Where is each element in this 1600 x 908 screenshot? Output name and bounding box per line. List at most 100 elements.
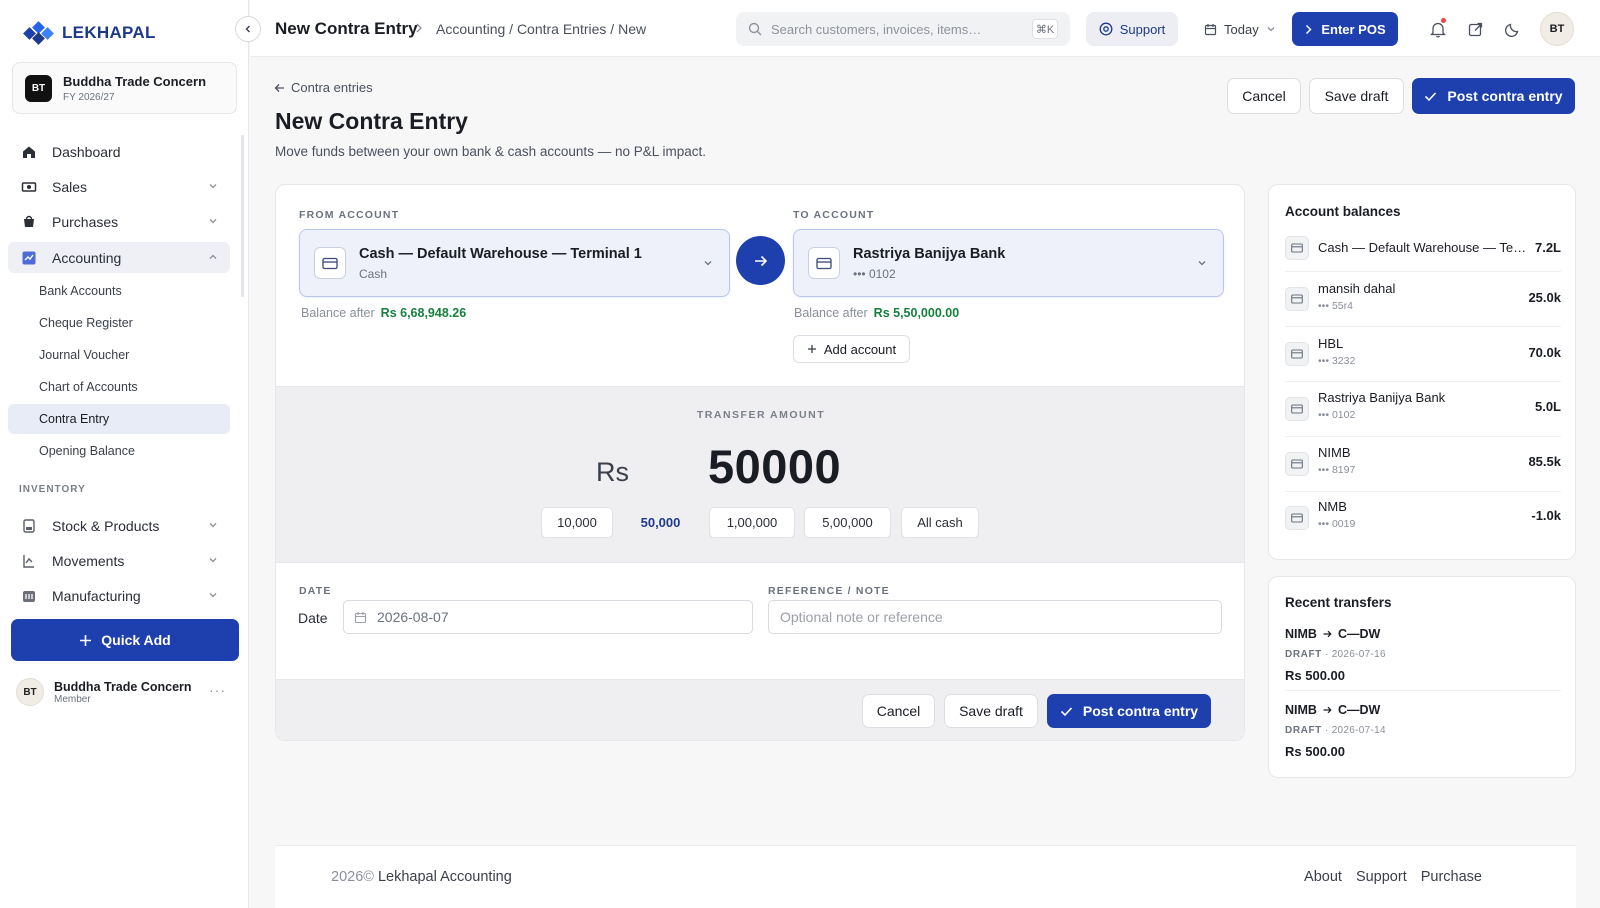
company-name: Lekhapal Accounting	[377, 869, 512, 885]
brand-logo[interactable]: LEKHAPAL	[22, 20, 156, 46]
date-field[interactable]: 2026-08-07	[343, 600, 753, 634]
to-account-label: TO ACCOUNT	[793, 209, 875, 221]
back-link[interactable]: Contra entries	[274, 80, 373, 95]
preset-chip[interactable]: 5,00,000	[804, 507, 891, 538]
balance-account-name: NMB	[1318, 499, 1347, 514]
from-account-select[interactable]: Cash — Default Warehouse — Terminal 1 Ca…	[299, 229, 730, 297]
from-account-type: Cash	[359, 266, 388, 281]
notification-dot	[1441, 18, 1446, 23]
post-contra-entry-button[interactable]: Post contra entry	[1047, 694, 1211, 728]
save-draft-button[interactable]: Save draft	[1309, 78, 1404, 114]
balance-row[interactable]: NIMB ••• 8197 85.5k	[1285, 437, 1561, 492]
preset-chip-selected[interactable]: 50,000	[622, 507, 699, 538]
save-draft-button[interactable]: Save draft	[944, 694, 1038, 728]
to-account-select[interactable]: Rastriya Banijya Bank ••• 0102	[793, 229, 1224, 297]
nav-label: Dashboard	[52, 143, 121, 160]
nav-opening-balance[interactable]: Opening Balance	[8, 436, 230, 466]
nav-manufacturing[interactable]: Manufacturing	[8, 580, 230, 611]
post-contra-entry-button[interactable]: Post contra entry	[1412, 78, 1575, 114]
balance-account-name: HBL	[1318, 336, 1344, 351]
date-filter-dropdown[interactable]: Today	[1204, 12, 1276, 46]
transfer-to: C—DW	[1337, 627, 1381, 641]
divider	[1285, 690, 1561, 691]
balance-account-number: ••• 55r4	[1318, 300, 1353, 312]
balance-amount: 5.0L	[1534, 399, 1561, 414]
avatar[interactable]: BT	[1540, 12, 1574, 46]
nav-contra-entry[interactable]: Contra Entry	[8, 404, 230, 434]
arrow-right-icon	[1323, 706, 1332, 714]
preset-chip-all-cash[interactable]: All cash	[901, 507, 979, 538]
page-subtitle: Move funds between your own bank & cash …	[275, 144, 706, 159]
transfer-route[interactable]: NIMB C—DW	[1285, 627, 1380, 641]
nav-purchases[interactable]: Purchases	[8, 206, 230, 237]
balance-account-number: ••• 0019	[1318, 518, 1356, 530]
transfer-from: NIMB	[1285, 703, 1317, 717]
nav-cheque-register[interactable]: Cheque Register	[8, 308, 230, 338]
collapse-sidebar-button[interactable]	[235, 16, 261, 42]
user-name: Buddha Trade Concern	[54, 679, 192, 694]
support-label: Support	[1119, 21, 1166, 37]
plus-icon	[79, 634, 92, 647]
transfer-from: NIMB	[1285, 627, 1317, 641]
cancel-button[interactable]: Cancel	[1227, 78, 1301, 114]
nav-sales[interactable]: Sales	[8, 171, 230, 202]
organization-switcher[interactable]: BT Buddha Trade Concern FY 2026/27	[12, 62, 237, 114]
footer-link-about[interactable]: About	[1304, 869, 1342, 885]
preset-chip[interactable]: 1,00,000	[709, 507, 795, 538]
from-account-name: Cash — Default Warehouse — Terminal 1	[359, 245, 642, 262]
nav-accounting[interactable]: Accounting	[8, 242, 230, 273]
global-search-input[interactable]: Search customers, invoices, items… ⌘K	[736, 12, 1070, 46]
add-account-button[interactable]: Add account	[793, 335, 910, 363]
chevron-right-icon	[1304, 24, 1313, 35]
arrow-right-icon	[1323, 630, 1332, 638]
transfer-meta: DRAFT · 2026-07-14	[1285, 725, 1386, 736]
more-options-icon[interactable]: ···	[209, 682, 226, 698]
balance-row[interactable]: Rastriya Banijya Bank ••• 0102 5.0L	[1285, 382, 1561, 437]
chevron-down-icon	[1266, 24, 1276, 34]
panel-title: Account balances	[1285, 204, 1401, 219]
balance-account-number: ••• 3232	[1318, 355, 1356, 367]
moon-icon[interactable]	[1502, 19, 1522, 39]
org-badge: BT	[25, 74, 52, 102]
nav-bank-accounts[interactable]: Bank Accounts	[8, 276, 230, 306]
reference-note-field[interactable]: Optional note or reference	[768, 600, 1222, 634]
quick-add-button[interactable]: Quick Add	[11, 619, 239, 661]
nav-dashboard[interactable]: Dashboard	[8, 136, 230, 167]
arrow-right-icon	[754, 255, 768, 267]
form-footer: Cancel Save draft Post contra entry	[276, 679, 1244, 740]
user-menu[interactable]: BT Buddha Trade Concern Member ···	[16, 676, 236, 708]
transfer-route[interactable]: NIMB C—DW	[1285, 703, 1380, 717]
balance-row[interactable]: NMB ••• 0019 -1.0k	[1285, 492, 1561, 547]
support-button[interactable]: Support	[1086, 12, 1178, 46]
footer-link-purchase[interactable]: Purchase	[1421, 869, 1482, 885]
nav-journal-voucher[interactable]: Journal Voucher	[8, 340, 230, 370]
contra-entry-form: FROM ACCOUNT Cash — Default Warehouse — …	[275, 184, 1245, 741]
quick-add-label: Quick Add	[101, 632, 171, 648]
nav-label: Stock & Products	[52, 517, 160, 534]
post-label: Post contra entry	[1082, 703, 1199, 719]
balance-row[interactable]: mansih dahal ••• 55r4 25.0k	[1285, 272, 1561, 327]
sidebar-scrollbar[interactable]	[241, 135, 244, 297]
balance-account-name: Cash — Default Warehouse — Te…	[1318, 240, 1527, 255]
card-icon	[808, 247, 840, 279]
from-balance-value: Rs 6,68,948.26	[380, 306, 467, 320]
nav-movements[interactable]: Movements	[8, 545, 230, 576]
footer-link-support[interactable]: Support	[1356, 869, 1407, 885]
card-icon	[1285, 397, 1309, 421]
org-name: Buddha Trade Concern	[63, 73, 207, 89]
nav-stock-products[interactable]: Stock & Products	[8, 510, 230, 541]
breadcrumb[interactable]: Accounting / Contra Entries / New	[436, 21, 646, 37]
transfer-amount-input[interactable]: 50000	[708, 439, 841, 494]
transfer-amount-label: TRANSFER AMOUNT	[696, 409, 826, 421]
enter-pos-button[interactable]: Enter POS	[1292, 12, 1398, 46]
swap-direction-button[interactable]	[736, 236, 785, 285]
nav-chart-of-accounts[interactable]: Chart of Accounts	[8, 372, 230, 402]
balance-row[interactable]: Cash — Default Warehouse — Te… 7.2L	[1285, 232, 1561, 272]
external-link-icon[interactable]	[1465, 19, 1485, 39]
date-filter-label: Today	[1224, 21, 1259, 37]
balance-row[interactable]: HBL ••• 3232 70.0k	[1285, 327, 1561, 382]
preset-chip[interactable]: 10,000	[541, 507, 613, 538]
footer-links: About Support Purchase	[1304, 869, 1482, 885]
calendar-icon	[1204, 23, 1217, 36]
cancel-button[interactable]: Cancel	[862, 694, 935, 728]
